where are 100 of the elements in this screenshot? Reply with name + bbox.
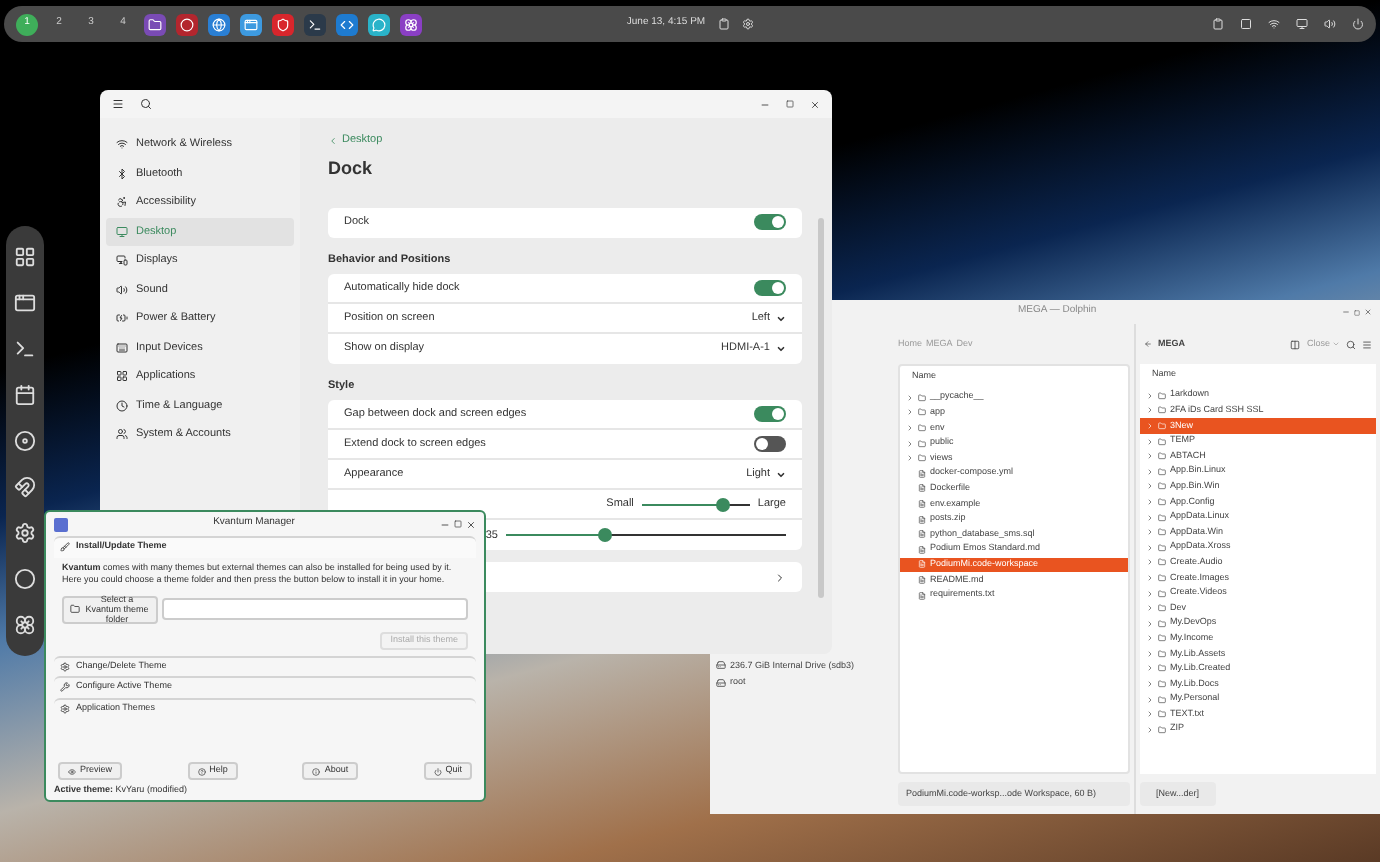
search-icon[interactable] [1346,339,1356,349]
scrollbar[interactable] [818,218,824,598]
clock-icon [116,399,128,412]
clipboard-icon[interactable] [717,18,730,30]
windows-icon[interactable] [14,292,36,314]
file-icon [918,560,926,569]
folder-icon [918,393,926,402]
magnet-icon[interactable] [14,476,36,498]
slider-thumb[interactable] [716,497,731,512]
chevron-icon [774,571,786,584]
gear-icon [60,703,70,714]
circle-icon[interactable] [14,568,36,590]
folder-icon [918,423,926,432]
bluetooth-icon [116,167,128,180]
gear-icon[interactable] [741,18,754,30]
speaker-icon [116,283,128,296]
folder-icon [70,604,80,614]
chat-icon[interactable] [368,13,390,35]
monitor-icon [116,225,128,238]
page-title: Dock [328,156,375,183]
folder-icon [1158,604,1166,613]
window-icon[interactable] [240,13,262,35]
file-icon [918,591,926,600]
wifi-icon[interactable] [1268,18,1280,30]
toggle-switch[interactable] [754,406,786,423]
app-grid-icon[interactable] [14,246,36,268]
file-icon [918,469,926,478]
code-icon[interactable] [336,13,358,35]
toggle-switch[interactable] [754,436,786,453]
file-icon [918,530,926,539]
folder-icon [918,439,926,448]
calendar-icon[interactable] [14,384,36,406]
maximize-icon[interactable] [454,520,462,528]
minimize-icon[interactable] [760,99,770,109]
power-icon [433,767,442,776]
app-logo-icon [54,517,68,531]
maximize-icon[interactable] [1354,309,1360,315]
shield-icon[interactable] [272,13,294,35]
logo-icon[interactable] [400,13,422,35]
folder-icon [1158,467,1166,476]
folder-icon [1158,497,1166,506]
terminal-icon[interactable] [304,13,326,35]
gear-icon [60,661,70,672]
display-icon[interactable] [1296,18,1308,30]
disc-icon[interactable] [14,430,36,452]
accessibility-icon [116,196,128,209]
path-field[interactable] [162,598,468,620]
volume-icon[interactable] [1324,18,1336,30]
folder-icon [918,454,926,463]
grid-icon [116,370,128,383]
caret-icon [776,344,786,354]
folder-icon [1158,543,1166,552]
folder-icon [1158,649,1166,658]
toggle-switch[interactable] [754,280,786,296]
folder-icon [1158,619,1166,628]
file-icon [918,575,926,584]
folder-icon [1158,482,1166,491]
folder-icon [1158,452,1166,461]
folder-icon [1158,437,1166,446]
folder-icon [1158,710,1166,719]
gear-icon[interactable] [14,522,36,544]
clipboard-icon[interactable] [1212,18,1224,30]
wrench-icon [60,682,70,693]
folder-icon [1158,391,1166,400]
folder-icon [1158,680,1166,689]
folder-icon [1158,725,1166,734]
minimize-icon[interactable] [440,519,450,529]
flower-icon[interactable] [14,614,36,636]
toggle-switch[interactable] [754,214,786,231]
split-view-icon[interactable] [1290,339,1301,349]
file-icon [918,545,926,554]
folder-icon [918,408,926,417]
folder-icon [1158,695,1166,704]
drive-icon [716,678,726,689]
brush-icon [60,542,70,553]
maximize-icon[interactable] [786,100,794,108]
globe-icon[interactable] [208,13,230,35]
folder-icon [1158,589,1166,598]
keyboard-icon [116,341,128,354]
power-icon[interactable] [1352,18,1364,30]
wifi-icon [116,138,128,151]
menu-icon[interactable] [112,98,124,110]
slider-thumb[interactable] [598,528,612,543]
file-icon [918,515,926,524]
help-icon [197,767,206,776]
file-icon [918,499,926,508]
folder-icon [1158,528,1166,537]
terminal-icon[interactable] [14,338,36,360]
back-icon[interactable] [1144,340,1152,348]
people-icon [116,428,128,441]
battery-icon [116,312,128,325]
drive-icon [716,660,726,671]
caret-icon [776,313,786,323]
folder-icon [1158,421,1166,430]
file-icon [918,484,926,493]
search-icon[interactable] [140,98,152,110]
display-icon [116,254,128,267]
preview-icon [68,767,76,776]
folder-icon[interactable] [144,13,166,35]
back-icon [328,135,338,146]
